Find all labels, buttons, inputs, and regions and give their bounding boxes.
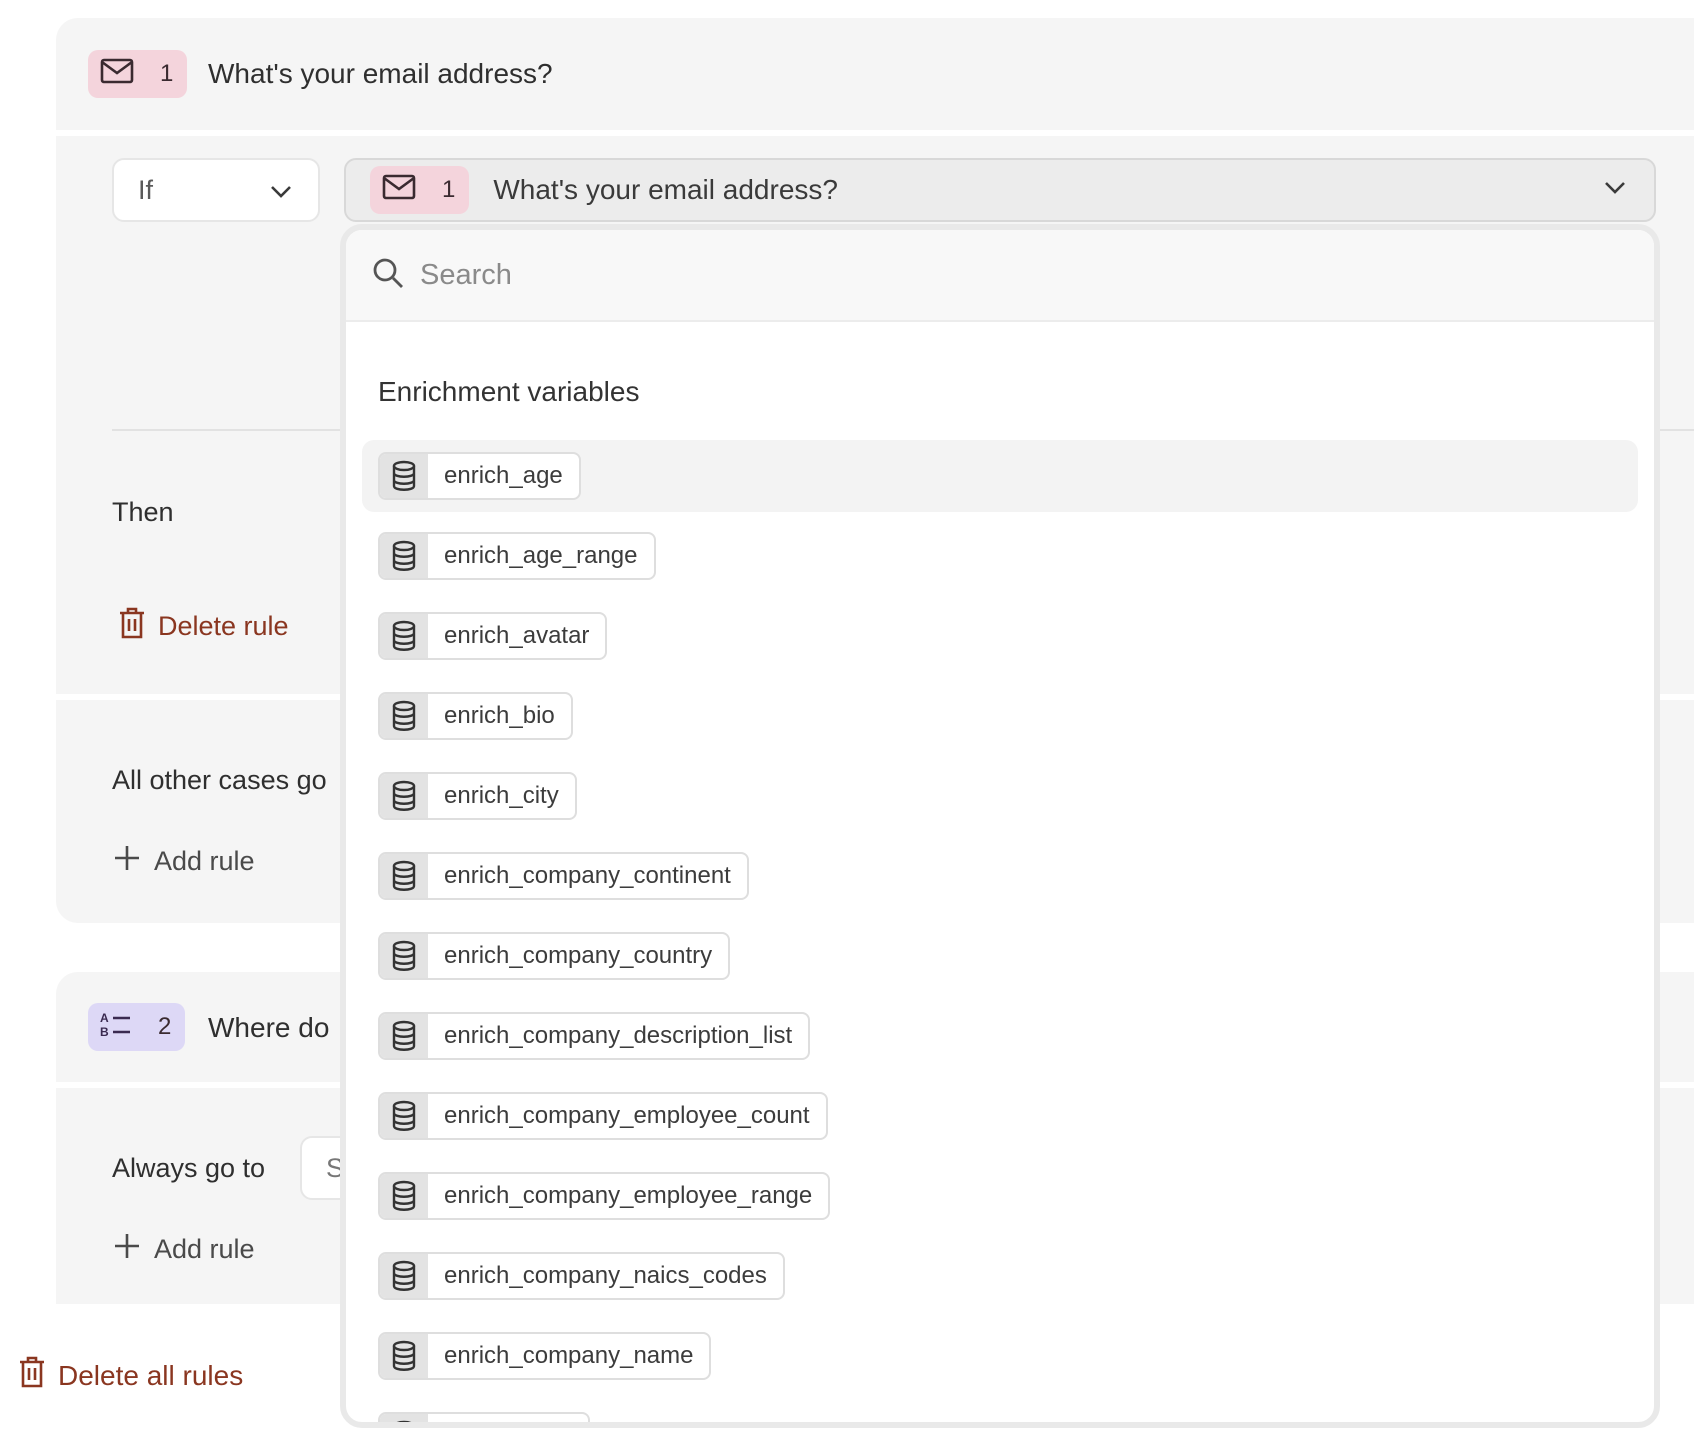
variable-label: enrich_company_employee_count [444, 1102, 810, 1129]
question-select-badge: 1 [370, 166, 470, 214]
envelope-icon [100, 58, 134, 91]
database-icon [380, 1174, 428, 1218]
variable-label: enrich_avatar [444, 622, 590, 649]
rule-divider [112, 429, 352, 431]
variable-label [428, 1414, 588, 1422]
list-item[interactable]: enrich_company_country [362, 920, 1638, 992]
logic-editor: 1 What's your email address? If 1 What's… [0, 0, 1694, 1436]
condition-select[interactable]: If [112, 158, 320, 222]
variable-label: enrich_city [444, 782, 559, 809]
list-item[interactable]: enrich_company_description_list [362, 1000, 1638, 1072]
list-item[interactable]: enrich_bio [362, 680, 1638, 752]
always-go-to-label: Always go to [112, 1153, 266, 1183]
variable-chip: enrich_bio [378, 692, 573, 740]
question-number: 1 [442, 176, 456, 203]
database-icon [380, 1254, 428, 1298]
variable-label: enrich_company_naics_codes [444, 1262, 767, 1289]
variable-chip: enrich_company_continent [378, 852, 749, 900]
database-icon [380, 694, 428, 738]
list-item[interactable]: enrich_company_employee_range [362, 1160, 1638, 1232]
variable-list: enrich_age enrich_age_range enrich_avata… [362, 440, 1638, 1422]
envelope-icon [382, 174, 416, 207]
question-2-badge: A B 2 [88, 1003, 186, 1051]
database-icon [380, 774, 428, 818]
trash-icon [118, 606, 146, 647]
question-select-value: What's your email address? [493, 174, 838, 205]
add-rule-label: Add rule [154, 1234, 255, 1264]
other-cases-label: All other cases go [112, 765, 327, 795]
variable-chip: enrich_company_naics_codes [378, 1252, 785, 1300]
list-item[interactable]: enrich_company_name [362, 1320, 1638, 1392]
variable-label: enrich_company_employee_range [444, 1182, 813, 1209]
list-item[interactable]: enrich_age [362, 440, 1638, 512]
database-icon [380, 1334, 428, 1378]
plus-icon [114, 845, 140, 878]
variable-label: enrich_age_range [444, 542, 638, 569]
variable-label: enrich_company_continent [444, 862, 731, 889]
question-number: 1 [160, 60, 174, 87]
variable-label: enrich_company_country [444, 942, 713, 969]
question-number: 2 [158, 1013, 172, 1040]
question-1-header: 1 What's your email address? [56, 18, 1694, 130]
add-rule-button[interactable]: Add rule [114, 1233, 255, 1266]
list-item[interactable]: enrich_company_employee_count [362, 1080, 1638, 1152]
database-icon [380, 1414, 428, 1422]
question-2-title: Where do [208, 1012, 330, 1043]
variable-chip: enrich_company_employee_range [378, 1172, 831, 1220]
chevron-down-icon [270, 175, 292, 206]
variable-chip [378, 1412, 590, 1422]
database-icon [380, 1014, 428, 1058]
question-1-title: What's your email address? [208, 58, 553, 89]
database-icon [380, 1094, 428, 1138]
database-icon [380, 534, 428, 578]
variable-chip: enrich_company_name [378, 1332, 712, 1380]
database-icon [380, 614, 428, 658]
variable-label: enrich_company_description_list [444, 1022, 793, 1049]
list-item[interactable]: enrich_age_range [362, 520, 1638, 592]
delete-rule-button[interactable]: Delete rule [118, 606, 289, 647]
search-input[interactable] [420, 258, 1420, 292]
question-select[interactable]: 1 What's your email address? [344, 158, 1656, 222]
variable-chip: enrich_age_range [378, 532, 656, 580]
list-item[interactable]: enrich_city [362, 760, 1638, 832]
svg-text:A: A [100, 1011, 109, 1025]
svg-text:B: B [100, 1025, 109, 1038]
delete-all-rules-label: Delete all rules [58, 1359, 244, 1391]
delete-all-rules-button[interactable]: Delete all rules [18, 1355, 243, 1396]
variable-label: enrich_company_name [444, 1342, 694, 1369]
section-heading: Enrichment variables [378, 376, 640, 407]
list-item[interactable]: enrich_company_naics_codes [362, 1240, 1638, 1312]
variable-chip: enrich_company_employee_count [378, 1092, 828, 1140]
question-1-badge: 1 [88, 50, 188, 98]
variable-chip: enrich_company_country [378, 932, 731, 980]
chevron-down-icon [1604, 181, 1626, 200]
variable-label: enrich_age [444, 462, 563, 489]
rule-divider [1660, 429, 1694, 431]
search-icon [372, 257, 404, 294]
variable-chip: enrich_avatar [378, 612, 608, 660]
add-rule-button[interactable]: Add rule [114, 845, 255, 878]
then-label: Then [112, 497, 174, 527]
trash-icon [18, 1355, 46, 1396]
variable-dropdown: Enrichment variables enrich_age enrich_a… [340, 224, 1660, 1428]
dropdown-search [346, 230, 1654, 322]
variable-label: enrich_bio [444, 702, 555, 729]
variable-chip: enrich_age [378, 452, 581, 500]
list-item[interactable]: enrich_company_continent [362, 840, 1638, 912]
variable-chip: enrich_city [378, 772, 577, 820]
list-item[interactable]: enrich_avatar [362, 600, 1638, 672]
separator [56, 130, 1694, 136]
database-icon [380, 854, 428, 898]
multiple-choice-icon: A B [100, 1010, 132, 1045]
database-icon [380, 454, 428, 498]
add-rule-label: Add rule [154, 846, 255, 876]
database-icon [380, 934, 428, 978]
condition-select-value: If [138, 174, 154, 205]
list-item[interactable] [362, 1400, 1638, 1422]
delete-rule-label: Delete rule [158, 611, 289, 641]
variable-chip: enrich_company_description_list [378, 1012, 811, 1060]
plus-icon [114, 1233, 140, 1266]
